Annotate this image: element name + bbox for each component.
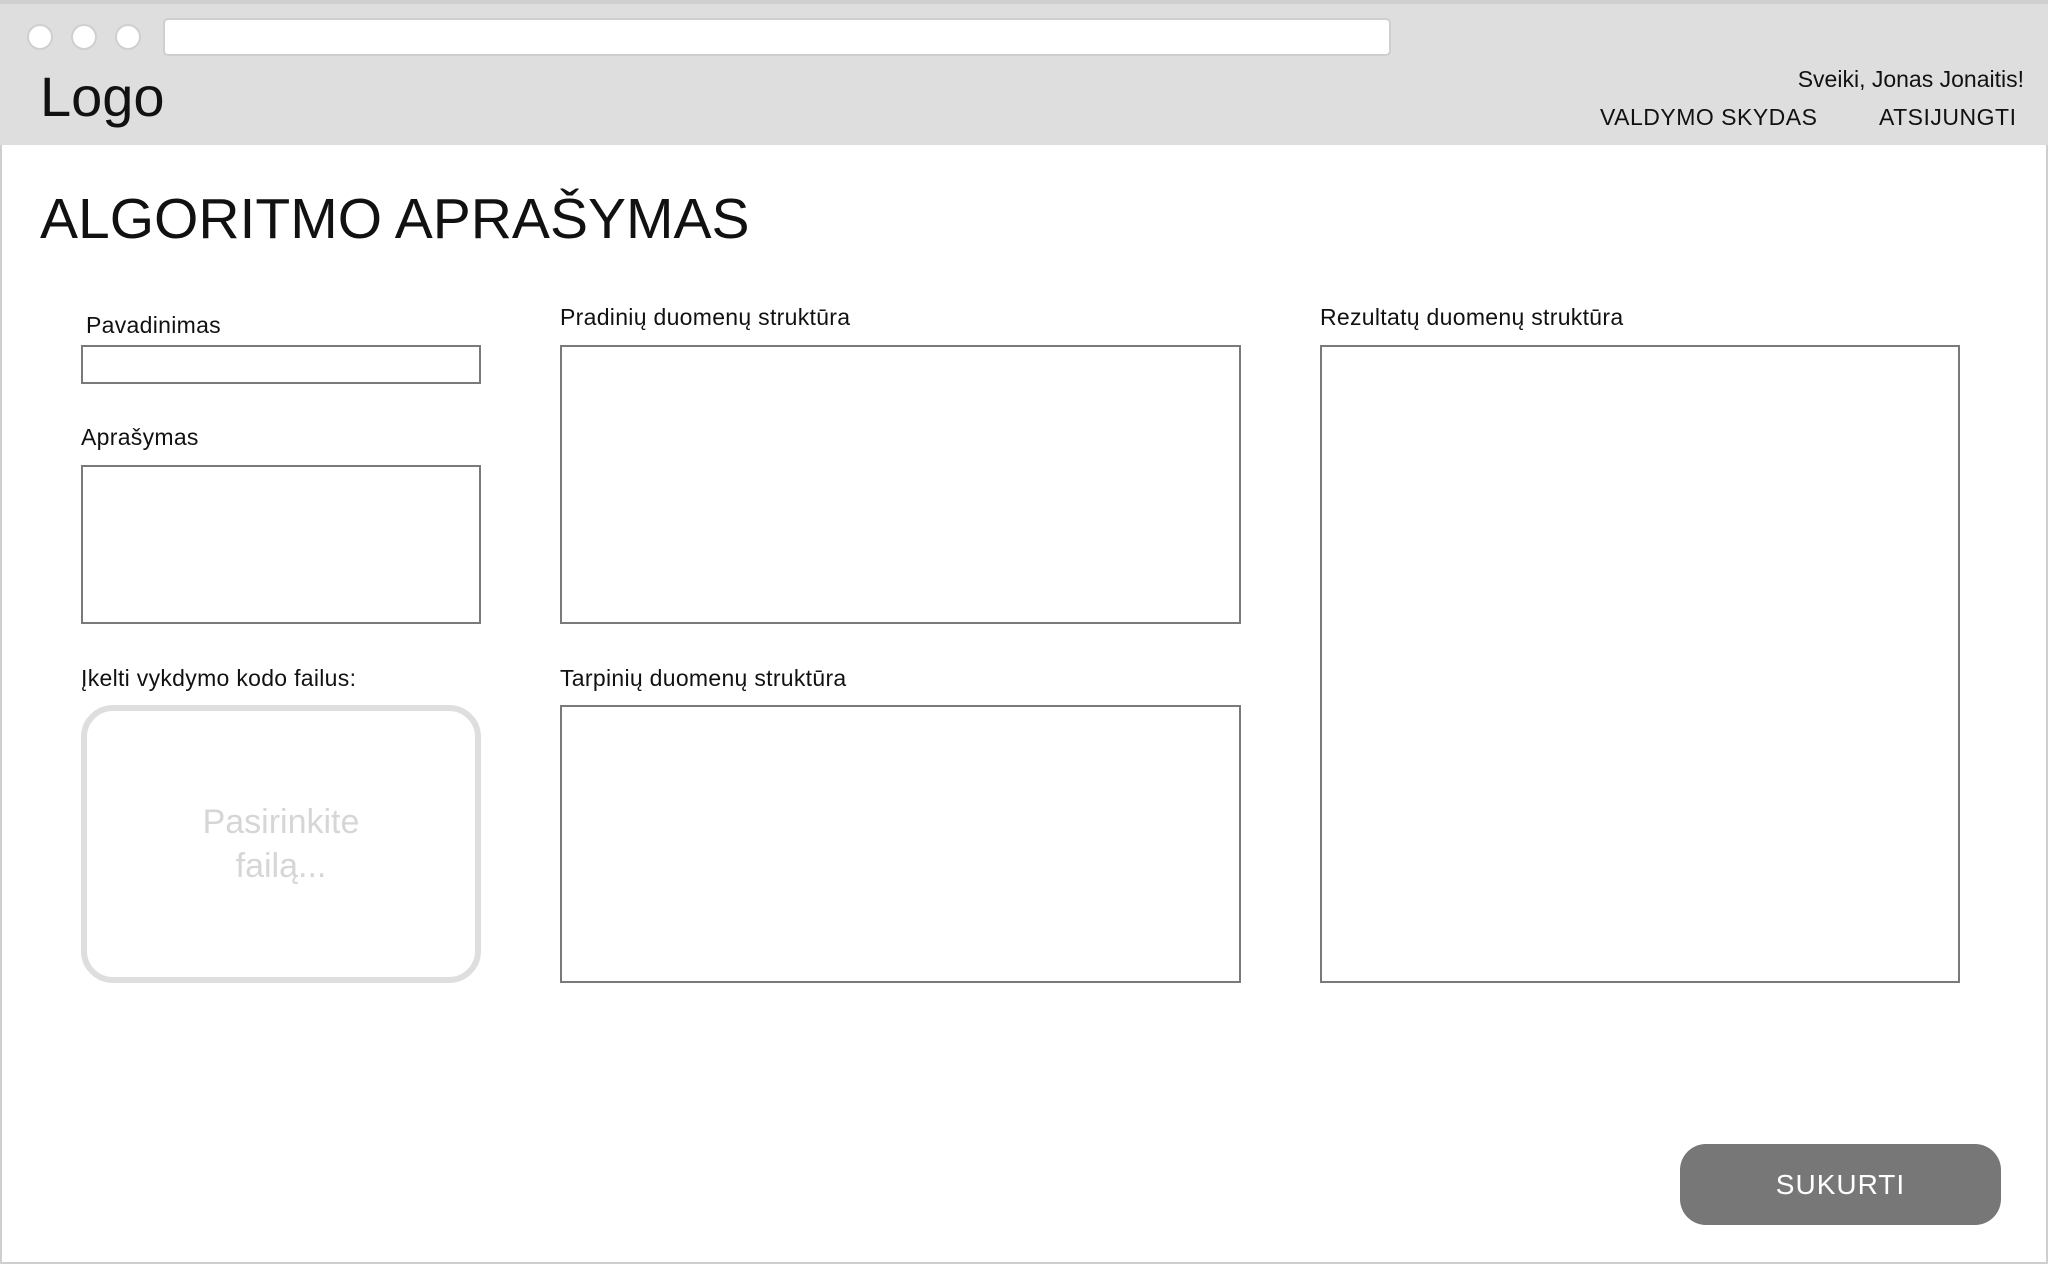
name-label: Pavadinimas — [86, 312, 221, 338]
window-close-icon[interactable] — [27, 24, 53, 50]
nav-dashboard[interactable]: VALDYMO SKYDAS — [1600, 104, 1817, 131]
name-input[interactable] — [81, 345, 481, 384]
window-maximize-icon[interactable] — [115, 24, 141, 50]
page-title: ALGORITMO APRAŠYMAS — [40, 187, 750, 251]
input-structure-label: Pradinių duomenų struktūra — [560, 304, 851, 330]
dropzone-placeholder: Pasirinkite failą... — [202, 803, 360, 885]
address-bar[interactable] — [163, 18, 1391, 56]
description-label: Aprašymas — [81, 424, 199, 450]
input-structure-textarea[interactable] — [560, 345, 1241, 624]
description-textarea[interactable] — [81, 465, 481, 624]
upload-label: Įkelti vykdymo kodo failus: — [81, 665, 357, 691]
intermediate-structure-textarea[interactable] — [560, 705, 1241, 983]
user-greeting: Sveiki, Jonas Jonaitis! — [1797, 66, 2024, 92]
intermediate-structure-label: Tarpinių duomenų struktūra — [560, 665, 847, 691]
create-button[interactable]: SUKURTI — [1680, 1144, 2001, 1225]
window-minimize-icon[interactable] — [71, 24, 97, 50]
logo[interactable]: Logo — [40, 64, 165, 129]
nav-logout[interactable]: ATSIJUNGTI — [1879, 104, 2016, 131]
file-dropzone[interactable]: Pasirinkite failą... — [81, 705, 481, 983]
result-structure-label: Rezultatų duomenų struktūra — [1320, 304, 1624, 330]
result-structure-textarea[interactable] — [1320, 345, 1960, 983]
